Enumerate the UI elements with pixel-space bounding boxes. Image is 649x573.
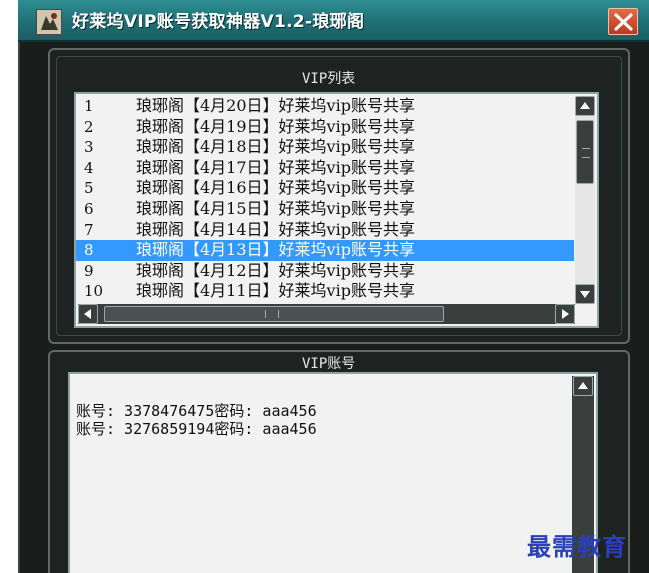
list-item-number: 2: [84, 117, 94, 136]
list-item[interactable]: 2 琅琊阁【4月19日】好莱坞vip账号共享: [76, 117, 574, 138]
list-item-number: 6: [84, 199, 94, 218]
scroll-down-button[interactable]: [575, 284, 595, 304]
arrow-down-icon: [580, 291, 590, 298]
list-item-title: 琅琊阁【4月17日】好莱坞vip账号共享: [136, 157, 415, 177]
list-item[interactable]: 9 琅琊阁【4月12日】好莱坞vip账号共享: [76, 261, 574, 282]
list-vertical-scroll-thumb[interactable]: [576, 120, 594, 184]
arrow-right-icon: [562, 309, 569, 319]
close-button[interactable]: [608, 8, 638, 35]
list-item[interactable]: 8 琅琊阁【4月13日】好莱坞vip账号共享: [76, 240, 574, 261]
list-item-number: 10: [84, 282, 104, 301]
list-item-number: 5: [84, 179, 94, 198]
scroll-left-button[interactable]: [78, 304, 98, 324]
list-item-title: 琅琊阁【4月14日】好莱坞vip账号共享: [136, 219, 415, 239]
list-horizontal-scroll-thumb[interactable]: [104, 306, 444, 322]
list-item-title: 琅琊阁【4月20日】好莱坞vip账号共享: [136, 96, 415, 115]
window-title: 好莱坞VIP账号获取神器V1.2-琅琊阁: [72, 12, 365, 32]
list-item-title: 琅琊阁【4月12日】好莱坞vip账号共享: [136, 260, 415, 280]
list-item-title: 琅琊阁【4月15日】好莱坞vip账号共享: [136, 198, 415, 218]
list-item[interactable]: 10 琅琊阁【4月11日】好莱坞vip账号共享: [76, 281, 574, 302]
list-item-number: 9: [84, 261, 94, 280]
list-item-title: 琅琊阁【4月19日】好莱坞vip账号共享: [136, 116, 415, 136]
watermark: 最需教育: [527, 532, 627, 561]
list-item-title: 琅琊阁【4月18日】好莱坞vip账号共享: [136, 137, 415, 157]
list-item[interactable]: 7 琅琊阁【4月14日】好莱坞vip账号共享: [76, 220, 574, 241]
vip-listbox[interactable]: 1 琅琊阁【4月20日】好莱坞vip账号共享 2 琅琊阁【4月19日】好莱坞vip账号…: [74, 92, 599, 328]
list-item[interactable]: 4 琅琊阁【4月17日】好莱坞vip账号共享: [76, 158, 574, 179]
list-item-number: 1: [84, 97, 94, 115]
list-item[interactable]: 5 琅琊阁【4月16日】好莱坞vip账号共享: [76, 178, 574, 199]
vip-accounts-textarea[interactable]: 账号: 3378476475密码: aaa456 账号: 3276859194密…: [68, 372, 598, 573]
list-horizontal-scrollbar[interactable]: [78, 304, 575, 324]
list-item[interactable]: 6 琅琊阁【4月15日】好莱坞vip账号共享: [76, 199, 574, 220]
list-item[interactable]: 3 琅琊阁【4月18日】好莱坞vip账号共享: [76, 137, 574, 158]
list-item-number: 7: [84, 220, 94, 239]
vip-list-rows: 1 琅琊阁【4月20日】好莱坞vip账号共享 2 琅琊阁【4月19日】好莱坞vip账号…: [76, 96, 574, 304]
accounts-scroll-up-button[interactable]: [573, 376, 593, 396]
vip-accounts-label: VIP账号: [296, 354, 362, 374]
app-logo-icon: [36, 9, 62, 35]
list-item-title: 琅琊阁【4月11日】好莱坞vip账号共享: [136, 281, 415, 301]
list-item[interactable]: 1 琅琊阁【4月20日】好莱坞vip账号共享: [76, 96, 574, 117]
arrow-up-icon: [578, 382, 588, 389]
account-line: 账号: 3276859194密码: aaa456: [76, 420, 317, 438]
list-item-number: 3: [84, 138, 94, 157]
close-icon: [614, 13, 633, 31]
list-item-number: 8: [84, 241, 94, 260]
list-item-title: 琅琊阁【4月16日】好莱坞vip账号共享: [136, 178, 415, 198]
list-item-title: 琅琊阁【4月13日】好莱坞vip账号共享: [136, 240, 415, 260]
arrow-up-icon: [580, 102, 590, 109]
scroll-up-button[interactable]: [575, 96, 595, 116]
arrow-left-icon: [84, 309, 91, 319]
scroll-right-button[interactable]: [555, 304, 575, 324]
list-vertical-scrollbar[interactable]: [575, 96, 595, 304]
vip-list-label: VIP列表: [296, 69, 362, 89]
list-item-number: 4: [84, 158, 94, 177]
